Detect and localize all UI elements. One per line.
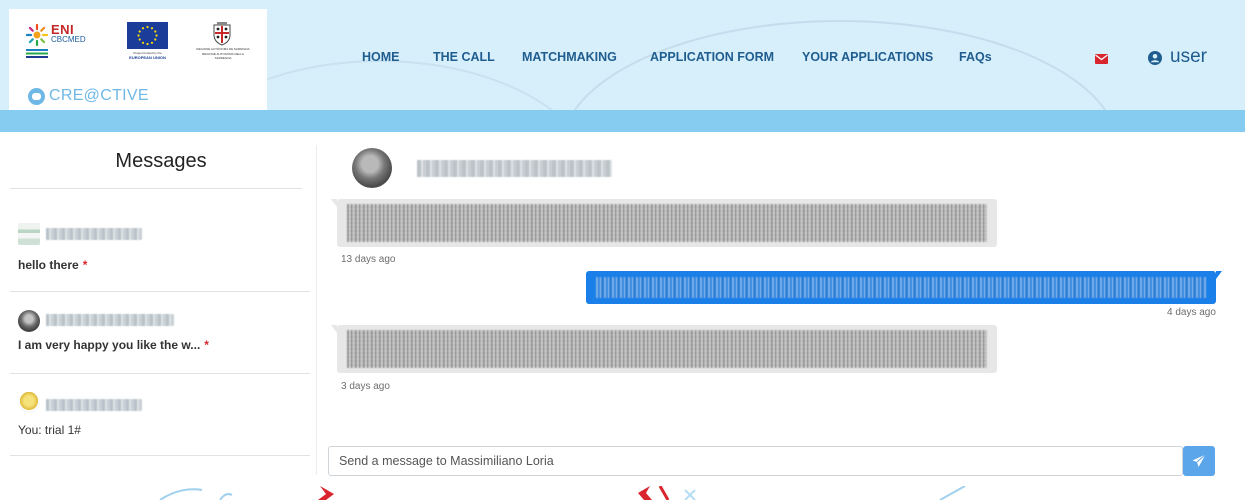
incoming-message-bubble — [331, 325, 997, 373]
creactive-logo-icon — [28, 88, 45, 105]
logo-panel: ENI CBCMED Project funded by the EUROPEA… — [9, 9, 267, 110]
brand-name[interactable]: CRE@CTIVE — [49, 87, 149, 105]
user-circle-icon[interactable] — [1148, 51, 1162, 65]
site-header: ENI CBCMED Project funded by the EUROPEA… — [0, 0, 1245, 132]
message-timestamp: 3 days ago — [341, 381, 390, 392]
conversation-item[interactable]: hello there * — [10, 210, 310, 292]
eni-sun-logo-icon — [26, 24, 48, 46]
eu-flag-icon — [127, 22, 168, 49]
conversation-item[interactable]: I am very happy you like the w... * — [10, 292, 310, 374]
message-text-redacted — [596, 277, 1206, 298]
messages-title: Messages — [115, 150, 207, 172]
logo-avatar — [18, 391, 40, 413]
conversation-name-redacted — [46, 314, 174, 326]
eni-subtitle: CBCMED — [51, 35, 86, 44]
nav-your-applications[interactable]: YOUR APPLICATIONS — [802, 50, 933, 64]
user-menu-label[interactable]: user — [1170, 46, 1207, 68]
unread-indicator: * — [82, 258, 88, 272]
avatar — [18, 310, 40, 332]
header-accent-band — [0, 110, 1245, 132]
nav-home[interactable]: HOME — [362, 50, 400, 64]
eni-waves-icon — [26, 49, 48, 58]
paper-plane-icon — [1192, 454, 1206, 467]
panel-divider — [316, 145, 317, 475]
nav-matchmaking[interactable]: MATCHMAKING — [522, 50, 617, 64]
contact-avatar — [352, 148, 392, 188]
send-button[interactable] — [1183, 446, 1215, 476]
sardinia-caption: REGIONE AUTÒNOMA DE SARDIGNA — [196, 47, 250, 51]
nav-application-form[interactable]: APPLICATION FORM — [650, 50, 774, 64]
conversation-preview: I am very happy you like the w... * — [18, 338, 209, 352]
conversation-preview: hello there * — [18, 258, 88, 272]
sardinia-crest-icon — [213, 22, 231, 46]
incoming-message-bubble — [331, 199, 997, 247]
conversation-name-redacted — [46, 228, 142, 240]
footer-decor — [159, 486, 966, 500]
conversation-name-redacted — [46, 399, 142, 411]
message-input[interactable] — [328, 446, 1183, 476]
conversation-item[interactable]: You: trial 1# — [10, 374, 310, 456]
outgoing-message-bubble — [586, 271, 1222, 304]
unread-indicator: * — [204, 338, 209, 352]
message-text-redacted — [347, 204, 987, 242]
nav-the-call[interactable]: THE CALL — [433, 50, 495, 64]
contact-name-redacted — [417, 160, 612, 177]
mail-icon[interactable] — [1095, 54, 1108, 64]
nav-faqs[interactable]: FAQs — [959, 50, 992, 64]
document-thumbnail-icon — [18, 223, 40, 245]
eu-name: EUROPEAN UNION — [129, 55, 166, 60]
message-text-redacted — [347, 330, 987, 368]
sardinia-caption-italian: REGIONE AUTONOMA DELLA SARDEGNA — [202, 52, 244, 60]
divider — [10, 188, 302, 189]
message-timestamp: 13 days ago — [341, 254, 396, 265]
message-timestamp: 4 days ago — [1167, 307, 1216, 318]
conversation-preview: You: trial 1# — [18, 423, 81, 437]
